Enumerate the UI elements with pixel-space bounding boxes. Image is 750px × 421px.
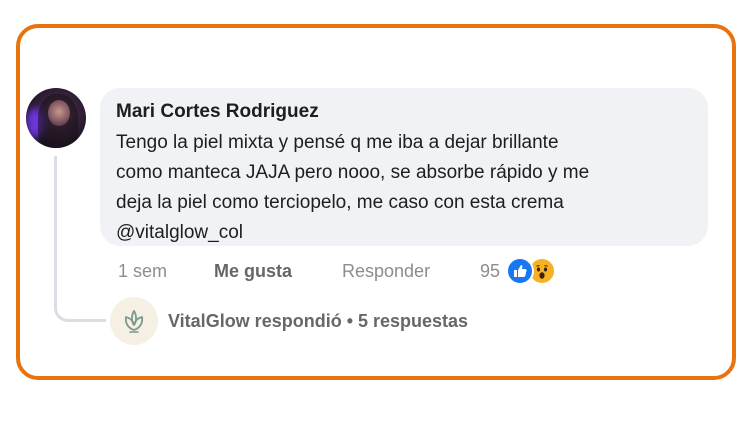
comment-text-line: deja la piel como terciopelo, me caso co…	[116, 192, 564, 213]
vitalglow-avatar[interactable]	[110, 297, 158, 345]
comment-mention[interactable]: @vitalglow_col	[116, 218, 692, 248]
avatar-face	[48, 100, 70, 126]
comment-bubble: Mari Cortes Rodriguez Tengo la piel mixt…	[100, 88, 708, 246]
comment-author-name[interactable]: Mari Cortes Rodriguez	[116, 100, 692, 124]
thread-connector-line	[54, 156, 106, 322]
commenter-avatar[interactable]	[26, 88, 86, 148]
comment-text: Tengo la piel mixta y pensé q me iba a d…	[116, 128, 692, 248]
replies-summary[interactable]: VitalGlow respondió • 5 respuestas	[168, 311, 468, 332]
like-icon[interactable]	[506, 257, 535, 285]
reaction-count[interactable]: 95	[480, 261, 500, 282]
comment-text-line: Tengo la piel mixta y pensé q me iba a d…	[116, 132, 559, 153]
comment-timestamp[interactable]: 1 sem	[118, 261, 214, 282]
like-button[interactable]: Me gusta	[214, 261, 342, 282]
view-replies-link[interactable]: VitalGlow respondió • 5 respuestas	[110, 296, 468, 346]
reply-button[interactable]: Responder	[342, 261, 480, 282]
comment-actions: 1 sem Me gusta Responder 95	[118, 256, 557, 286]
comment-text-line: como manteca JAJA pero nooo, se absorbe …	[116, 162, 590, 183]
leaf-logo-icon	[124, 310, 144, 333]
